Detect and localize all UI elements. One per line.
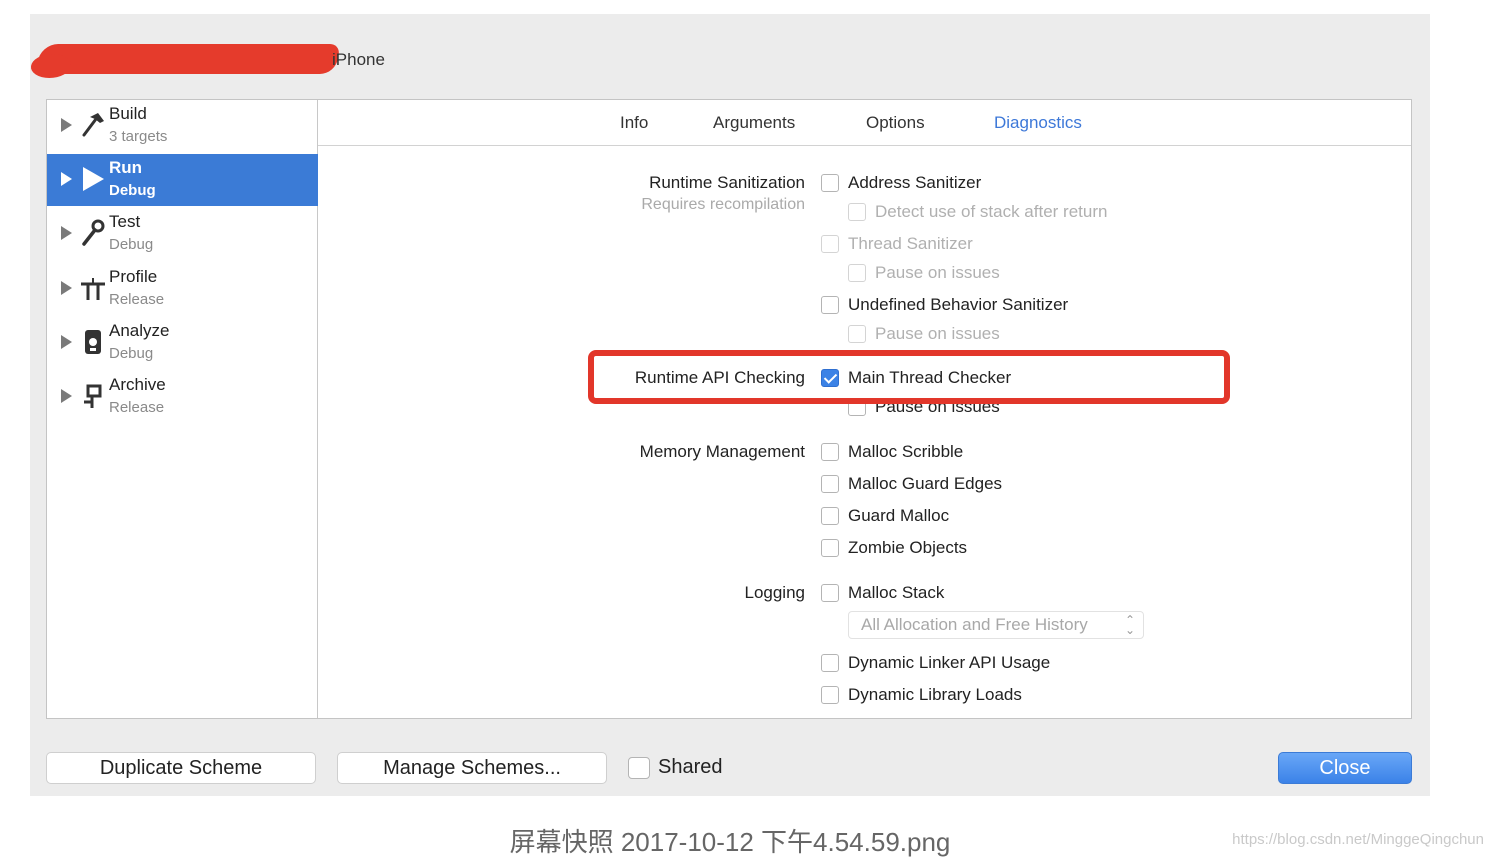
- tab-info[interactable]: Info: [620, 113, 648, 133]
- close-button[interactable]: Close: [1278, 752, 1412, 784]
- shared-option[interactable]: Shared: [628, 756, 723, 779]
- instruments-icon: [79, 271, 107, 305]
- thread-sanitizer-option[interactable]: Thread Sanitizer: [821, 233, 973, 255]
- disclosure-triangle-icon[interactable]: [61, 226, 72, 240]
- sidebar-item-run[interactable]: Run Debug: [47, 154, 318, 206]
- zombie-objects-option[interactable]: Zombie Objects: [821, 537, 967, 559]
- disclosure-triangle-icon[interactable]: [61, 118, 72, 132]
- malloc-guard-edges-checkbox[interactable]: [821, 475, 839, 493]
- malloc-stack-checkbox[interactable]: [821, 584, 839, 602]
- malloc-scribble-option[interactable]: Malloc Scribble: [821, 441, 963, 463]
- sidebar-item-analyze[interactable]: Analyze Debug: [47, 317, 318, 369]
- thread-sanitizer-checkbox[interactable]: [821, 235, 839, 253]
- malloc-stack-option[interactable]: Malloc Stack: [821, 582, 944, 604]
- guard-malloc-option[interactable]: Guard Malloc: [821, 505, 949, 527]
- address-sanitizer-checkbox[interactable]: [821, 174, 839, 192]
- scheme-destination-title[interactable]: iPhone: [332, 50, 385, 70]
- allocation-history-select[interactable]: All Allocation and Free History ⌃ ⌄: [848, 611, 1144, 639]
- redaction-mark: [35, 44, 341, 74]
- address-sanitizer-option[interactable]: Address Sanitizer: [821, 172, 981, 194]
- annotation-highlight-box: [588, 350, 1230, 404]
- dynamic-linker-option[interactable]: Dynamic Linker API Usage: [821, 652, 1050, 674]
- disclosure-triangle-icon[interactable]: [61, 172, 72, 186]
- tab-arguments[interactable]: Arguments: [713, 113, 795, 133]
- tab-options[interactable]: Options: [866, 113, 925, 133]
- ub-sanitizer-option[interactable]: Undefined Behavior Sanitizer: [821, 294, 1068, 316]
- disclosure-triangle-icon[interactable]: [61, 389, 72, 403]
- watermark: https://blog.csdn.net/MinggeQingchun: [1232, 831, 1484, 848]
- malloc-guard-edges-option[interactable]: Malloc Guard Edges: [821, 473, 1002, 495]
- ub-sanitizer-checkbox[interactable]: [821, 296, 839, 314]
- scheme-actions-sidebar: Build 3 targets Run Debug Test Debug Pro…: [47, 100, 318, 718]
- sidebar-item-archive[interactable]: Archive Release: [47, 371, 318, 423]
- hammer-icon: [79, 108, 107, 142]
- memory-management-label: Memory Management: [639, 442, 805, 461]
- dynamic-linker-checkbox[interactable]: [821, 654, 839, 672]
- detect-stack-checkbox[interactable]: [848, 203, 866, 221]
- sidebar-item-profile[interactable]: Profile Release: [47, 263, 318, 315]
- tab-diagnostics[interactable]: Diagnostics: [994, 113, 1082, 133]
- updown-chevron-icon: ⌃ ⌄: [1124, 613, 1135, 637]
- detect-stack-option[interactable]: Detect use of stack after return: [848, 201, 1107, 223]
- sidebar-item-test[interactable]: Test Debug: [47, 208, 318, 260]
- dynamic-library-checkbox[interactable]: [821, 686, 839, 704]
- scheme-editor: Build 3 targets Run Debug Test Debug Pro…: [46, 99, 1412, 719]
- ub-pause-option[interactable]: Pause on issues: [848, 323, 1000, 345]
- archive-icon: [79, 379, 107, 413]
- logging-label: Logging: [744, 583, 805, 602]
- duplicate-scheme-button[interactable]: Duplicate Scheme: [46, 752, 316, 784]
- ub-pause-checkbox[interactable]: [848, 325, 866, 343]
- shared-checkbox[interactable]: [628, 756, 650, 779]
- wrench-icon: [79, 216, 107, 250]
- malloc-scribble-checkbox[interactable]: [821, 443, 839, 461]
- scheme-title-row: iPhone: [30, 42, 730, 78]
- manage-schemes-button[interactable]: Manage Schemes...: [337, 752, 607, 784]
- thread-pause-option[interactable]: Pause on issues: [848, 262, 1000, 284]
- disclosure-triangle-icon[interactable]: [61, 335, 72, 349]
- dynamic-library-option[interactable]: Dynamic Library Loads: [821, 684, 1022, 706]
- disclosure-triangle-icon[interactable]: [61, 281, 72, 295]
- zombie-objects-checkbox[interactable]: [821, 539, 839, 557]
- play-icon: [79, 162, 107, 196]
- diagnostics-content: Info Arguments Options Diagnostics Runti…: [318, 100, 1411, 718]
- requires-recompilation-note: Requires recompilation: [641, 196, 805, 213]
- sidebar-item-build[interactable]: Build 3 targets: [47, 100, 318, 152]
- thread-pause-checkbox[interactable]: [848, 264, 866, 282]
- runtime-sanitization-label: Runtime Sanitization: [649, 173, 805, 192]
- guard-malloc-checkbox[interactable]: [821, 507, 839, 525]
- scheme-tabs: Info Arguments Options Diagnostics: [318, 100, 1411, 146]
- edit-scheme-dialog: iPhone Build 3 targets Run Debug Test De…: [30, 14, 1430, 796]
- analyze-icon: [79, 325, 107, 359]
